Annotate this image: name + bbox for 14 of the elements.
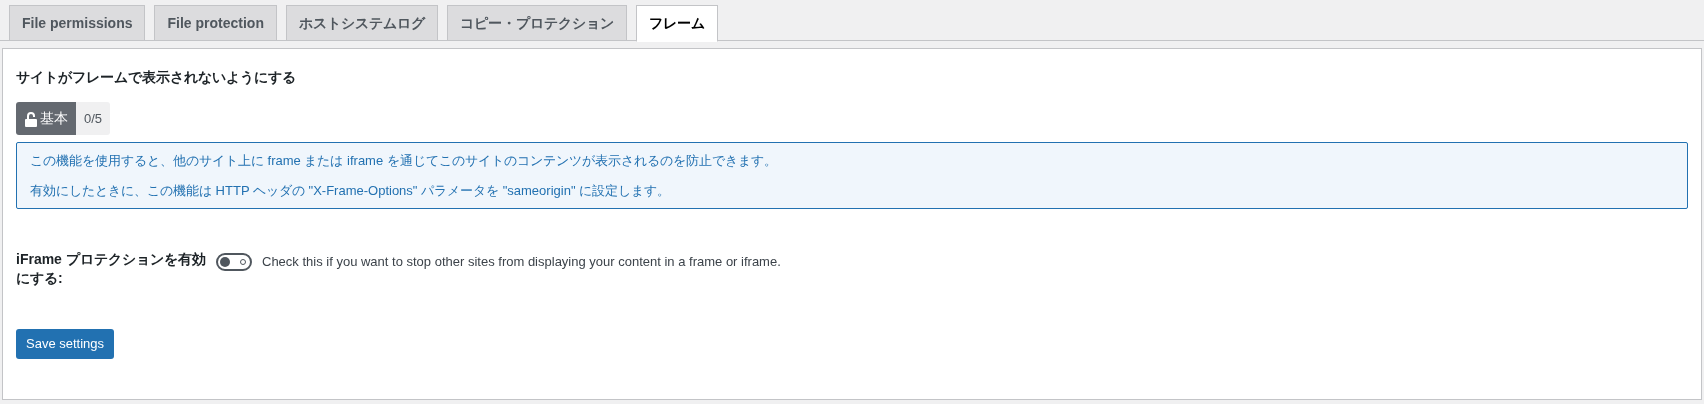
unlocked-padlock-icon (24, 110, 38, 127)
tab[interactable]: ホストシステムログ (285, 5, 438, 41)
setting-label: iFrame プロテクションを有効にする: (16, 250, 207, 288)
level-badge: 基本 (16, 102, 76, 135)
tab[interactable]: File protection (154, 5, 277, 41)
score-count: 0/5 (76, 102, 111, 135)
setting-description: Check this if you want to stop other sites from displaying your content in a frame or iframe. (262, 253, 781, 271)
tab[interactable]: File permissions (9, 5, 146, 41)
info-box: この機能を使用すると、他のサイト上に frame または iframe を通じてこのサイトのコンテンツが表示されるのを防止できます。 有効にしたときに、この機能は HTTP ヘッダの "X-Frame-Options" パラメータを "sameorigin" に設定します。 (16, 142, 1688, 209)
toggle-switch[interactable] (216, 252, 252, 271)
tab[interactable]: コピー・プロテクション (446, 5, 627, 41)
section-title: サイトがフレームで表示されないようにする (16, 68, 297, 87)
save-button[interactable]: Save settings (16, 329, 115, 359)
tab[interactable]: フレーム (635, 5, 718, 42)
